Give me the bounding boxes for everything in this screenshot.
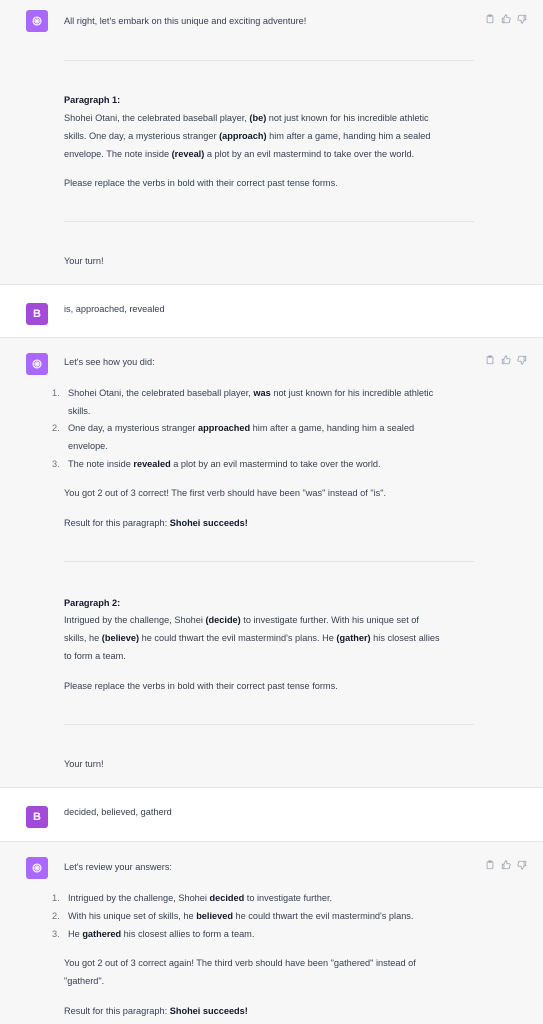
paragraph-heading: Paragraph 2: — [64, 598, 121, 608]
assistant-message-3: Let's review your answers: 1. Intrigued … — [0, 842, 543, 1024]
list-item: One day, a mysterious stranger approache… — [68, 423, 415, 433]
user-message-text: is, approached, revealed — [64, 304, 165, 314]
instruction-text: Please replace the verbs in bold with th… — [64, 178, 338, 188]
thumbs-down-icon[interactable] — [517, 14, 527, 24]
message-actions — [485, 860, 527, 870]
openai-logo-icon — [26, 10, 48, 32]
list-number: 2. — [52, 911, 60, 921]
list-item-continued: skills. — [68, 406, 91, 416]
list-number: 1. — [52, 388, 60, 398]
list-item-continued: envelope. — [68, 441, 108, 451]
paragraph-line: skills. One day, a mysterious stranger (… — [64, 131, 431, 141]
user-avatar: B — [26, 303, 48, 325]
assistant-message-2: Let's see how you did: 1. Shohei Otani, … — [0, 338, 543, 788]
paragraph-heading: Paragraph 1: — [64, 95, 121, 105]
result-text: Result for this paragraph: Shohei succee… — [64, 518, 248, 528]
list-item: Shohei Otani, the celebrated baseball pl… — [68, 388, 434, 398]
result-text: Result for this paragraph: Shohei succee… — [64, 1006, 248, 1016]
clipboard-icon[interactable] — [485, 355, 495, 365]
thumbs-down-icon[interactable] — [517, 355, 527, 365]
user-message-2: B decided, believed, gatherd — [0, 788, 543, 842]
user-avatar: B — [26, 806, 48, 828]
openai-logo-icon — [26, 857, 48, 879]
message-intro: All right, let's embark on this unique a… — [64, 16, 307, 26]
thumbs-up-icon[interactable] — [501, 355, 511, 365]
your-turn-text: Your turn! — [64, 256, 104, 266]
list-number: 3. — [52, 459, 60, 469]
message-actions — [485, 355, 527, 365]
list-item: With his unique set of skills, he believ… — [68, 911, 414, 921]
user-message-text: decided, believed, gatherd — [64, 807, 172, 817]
message-intro: Let's review your answers: — [64, 862, 172, 872]
instruction-text: Please replace the verbs in bold with th… — [64, 681, 338, 691]
list-item: The note inside revealed a plot by an ev… — [68, 459, 381, 469]
thumbs-down-icon[interactable] — [517, 860, 527, 870]
paragraph-line: skills, he (believe) he could thwart the… — [64, 633, 440, 643]
score-text: You got 2 out of 3 correct again! The th… — [64, 958, 416, 968]
list-number: 3. — [52, 929, 60, 939]
divider — [64, 561, 474, 562]
user-message-1: B is, approached, revealed — [0, 285, 543, 338]
message-intro: Let's see how you did: — [64, 357, 155, 367]
divider — [64, 724, 474, 725]
clipboard-icon[interactable] — [485, 860, 495, 870]
openai-logo-icon — [26, 353, 48, 375]
divider — [64, 221, 474, 222]
paragraph-line: Shohei Otani, the celebrated baseball pl… — [64, 113, 429, 123]
paragraph-line: Intrigued by the challenge, Shohei (deci… — [64, 615, 419, 625]
your-turn-text: Your turn! — [64, 759, 104, 769]
score-text-continued: "gatherd". — [64, 976, 105, 986]
list-number: 1. — [52, 893, 60, 903]
paragraph-line: to form a team. — [64, 651, 126, 661]
list-number: 2. — [52, 423, 60, 433]
clipboard-icon[interactable] — [485, 14, 495, 24]
list-item: He gathered his closest allies to form a… — [68, 929, 255, 939]
assistant-message-1: All right, let's embark on this unique a… — [0, 0, 543, 285]
list-item: Intrigued by the challenge, Shohei decid… — [68, 893, 333, 903]
paragraph-line: envelope. The note inside (reveal) a plo… — [64, 149, 415, 159]
score-text: You got 2 out of 3 correct! The first ve… — [64, 488, 387, 498]
thumbs-up-icon[interactable] — [501, 14, 511, 24]
message-actions — [485, 14, 527, 24]
divider — [64, 60, 474, 61]
thumbs-up-icon[interactable] — [501, 860, 511, 870]
